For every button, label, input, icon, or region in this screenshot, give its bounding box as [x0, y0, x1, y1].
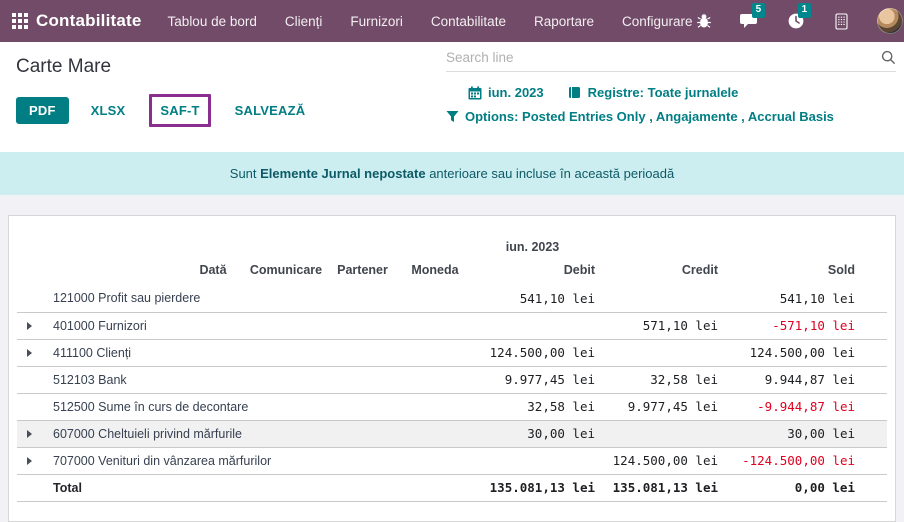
period-label: iun. 2023: [470, 236, 595, 260]
col-balance: Sold: [718, 260, 887, 285]
nav-customers[interactable]: Clienți: [285, 14, 323, 29]
app-brand-title[interactable]: Contabilitate: [36, 11, 142, 31]
unposted-entries-banner: Sunt Elemente Jurnal nepostate anterioar…: [0, 152, 904, 195]
journals-filter[interactable]: Registre: Toate jurnalele: [568, 85, 739, 100]
nav-dashboard[interactable]: Tablou de bord: [168, 14, 257, 29]
account-row-512103: 512103 Bank 9.977,45 lei 32,58 lei 9.944…: [17, 366, 887, 393]
account-row-607000[interactable]: 607000 Cheltuieli privind mărfurile 30,0…: [17, 420, 887, 447]
main-menu: Tablou de bord Clienți Furnizori Contabi…: [168, 14, 693, 29]
col-partner: Partener: [325, 260, 400, 285]
search-and-filters: iun. 2023 Registre: Toate jurnalele: [446, 50, 896, 124]
user-avatar[interactable]: [877, 8, 903, 34]
unposted-entries-link[interactable]: Elemente Jurnal nepostate: [260, 166, 425, 181]
messages-chat-icon[interactable]: 5: [739, 10, 761, 32]
report-header: Carte Mare PDF XLSX SAF-T SALVEAZĂ: [0, 42, 904, 152]
period-header-row: iun. 2023: [17, 236, 887, 260]
total-row: Total 135.081,13 lei 135.081,13 lei 0,00…: [17, 474, 887, 501]
account-row-121000: 121000 Profit sau pierdere 541,10 lei 54…: [17, 285, 887, 312]
banner-text-suffix: anterioare sau incluse în această perioa…: [426, 166, 675, 181]
search-input[interactable]: [446, 50, 881, 65]
pdf-button[interactable]: PDF: [16, 97, 69, 124]
col-date: Dată: [179, 260, 247, 285]
report-area: iun. 2023 Dată Comunicare Partener Moned…: [0, 195, 904, 522]
messages-count-badge: 5: [752, 3, 766, 18]
account-row-512500: 512500 Sume în curs de decontare 32,58 l…: [17, 393, 887, 420]
saft-highlight-annotation: SAF-T: [149, 94, 210, 127]
topbar-systray: 5 1: [693, 8, 903, 34]
activities-clock-icon[interactable]: 1: [785, 10, 807, 32]
nav-configuration[interactable]: Configurare: [622, 14, 693, 29]
col-communication: Comunicare: [247, 260, 325, 285]
saft-button[interactable]: SAF-T: [160, 97, 199, 124]
col-credit: Credit: [595, 260, 718, 285]
account-row-401000[interactable]: 401000 Furnizori 571,10 lei -571,10 lei: [17, 312, 887, 339]
account-row-707000[interactable]: 707000 Venituri din vânzarea mărfurilor …: [17, 447, 887, 474]
ledger-card: iun. 2023 Dată Comunicare Partener Moned…: [8, 215, 896, 522]
col-debit: Debit: [470, 260, 595, 285]
xlsx-button[interactable]: XLSX: [91, 97, 126, 124]
general-ledger-table: iun. 2023 Dată Comunicare Partener Moned…: [17, 236, 887, 502]
account-row-411100[interactable]: 411100 Clienți 124.500,00 lei 124.500,00…: [17, 339, 887, 366]
expand-caret-icon[interactable]: [27, 457, 32, 465]
mobile-device-icon[interactable]: [831, 10, 853, 32]
book-icon: [568, 86, 582, 100]
calendar-icon: [468, 86, 482, 100]
topbar: Contabilitate Tablou de bord Clienți Fur…: [0, 0, 904, 42]
search-bar: [446, 50, 896, 72]
nav-reporting[interactable]: Raportare: [534, 14, 594, 29]
nav-vendors[interactable]: Furnizori: [350, 14, 403, 29]
date-filter[interactable]: iun. 2023: [468, 85, 544, 100]
options-filter[interactable]: Options: Posted Entries Only , Angajamen…: [446, 109, 834, 124]
debug-bug-icon[interactable]: [693, 10, 715, 32]
filter-funnel-icon: [446, 110, 459, 123]
apps-grid-icon[interactable]: [12, 8, 28, 34]
expand-caret-icon[interactable]: [27, 349, 32, 357]
expand-caret-icon[interactable]: [27, 430, 32, 438]
app-window: Contabilitate Tablou de bord Clienți Fur…: [0, 0, 904, 522]
save-button[interactable]: SALVEAZĂ: [235, 97, 306, 124]
search-icon[interactable]: [881, 50, 896, 65]
activities-count-badge: 1: [798, 3, 812, 18]
col-currency: Moneda: [400, 260, 470, 285]
banner-text-prefix: Sunt: [230, 166, 260, 181]
report-filters: iun. 2023 Registre: Toate jurnalele: [446, 85, 896, 124]
column-header-row: Dată Comunicare Partener Moneda Debit Cr…: [17, 260, 887, 285]
nav-accounting[interactable]: Contabilitate: [431, 14, 506, 29]
expand-caret-icon[interactable]: [27, 322, 32, 330]
